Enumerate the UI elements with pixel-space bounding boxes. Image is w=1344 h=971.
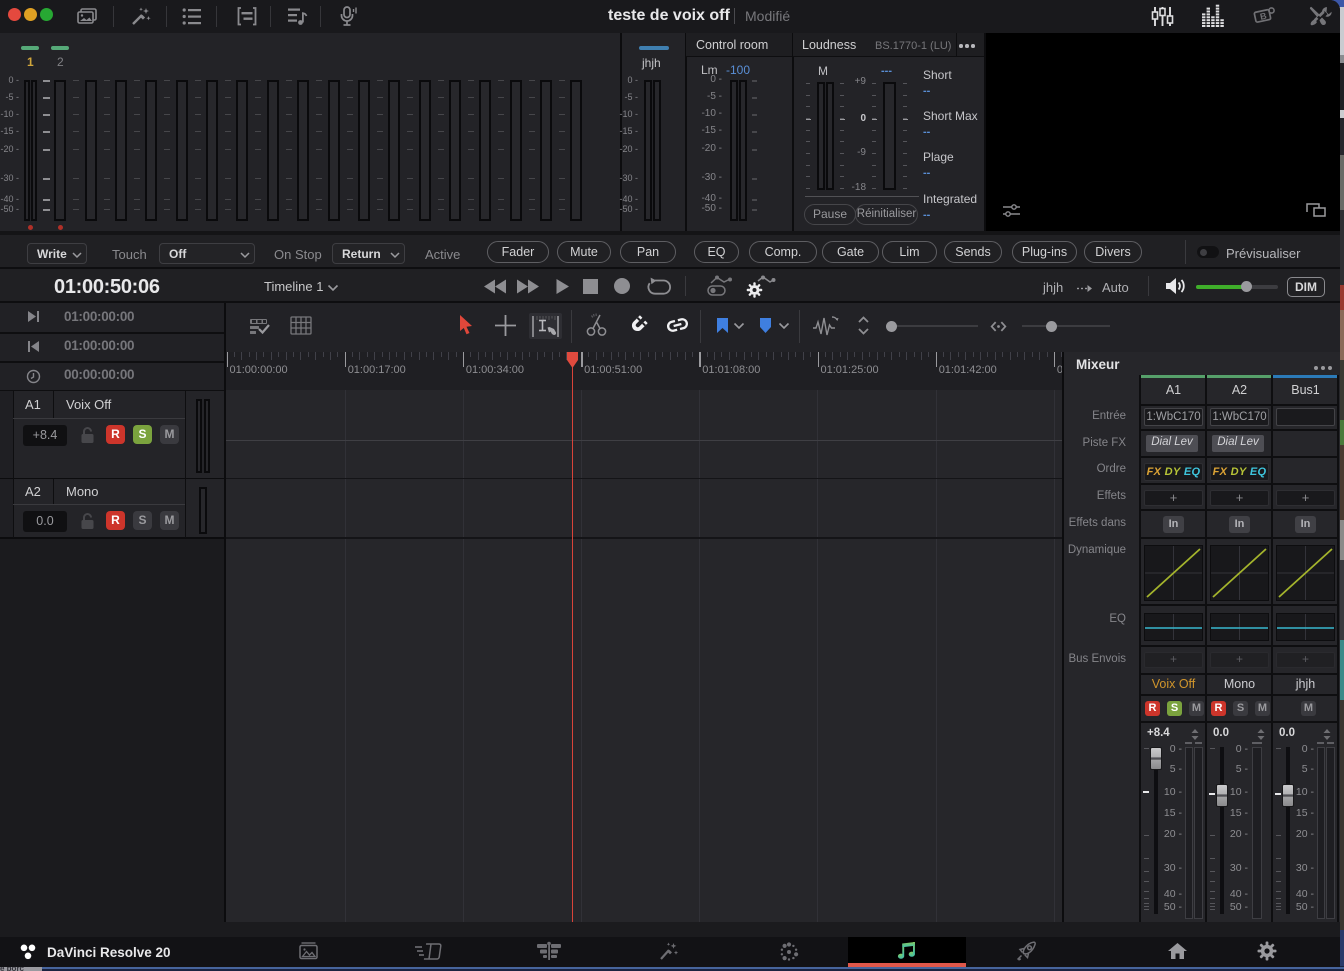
svg-text:B: B <box>1259 11 1268 22</box>
